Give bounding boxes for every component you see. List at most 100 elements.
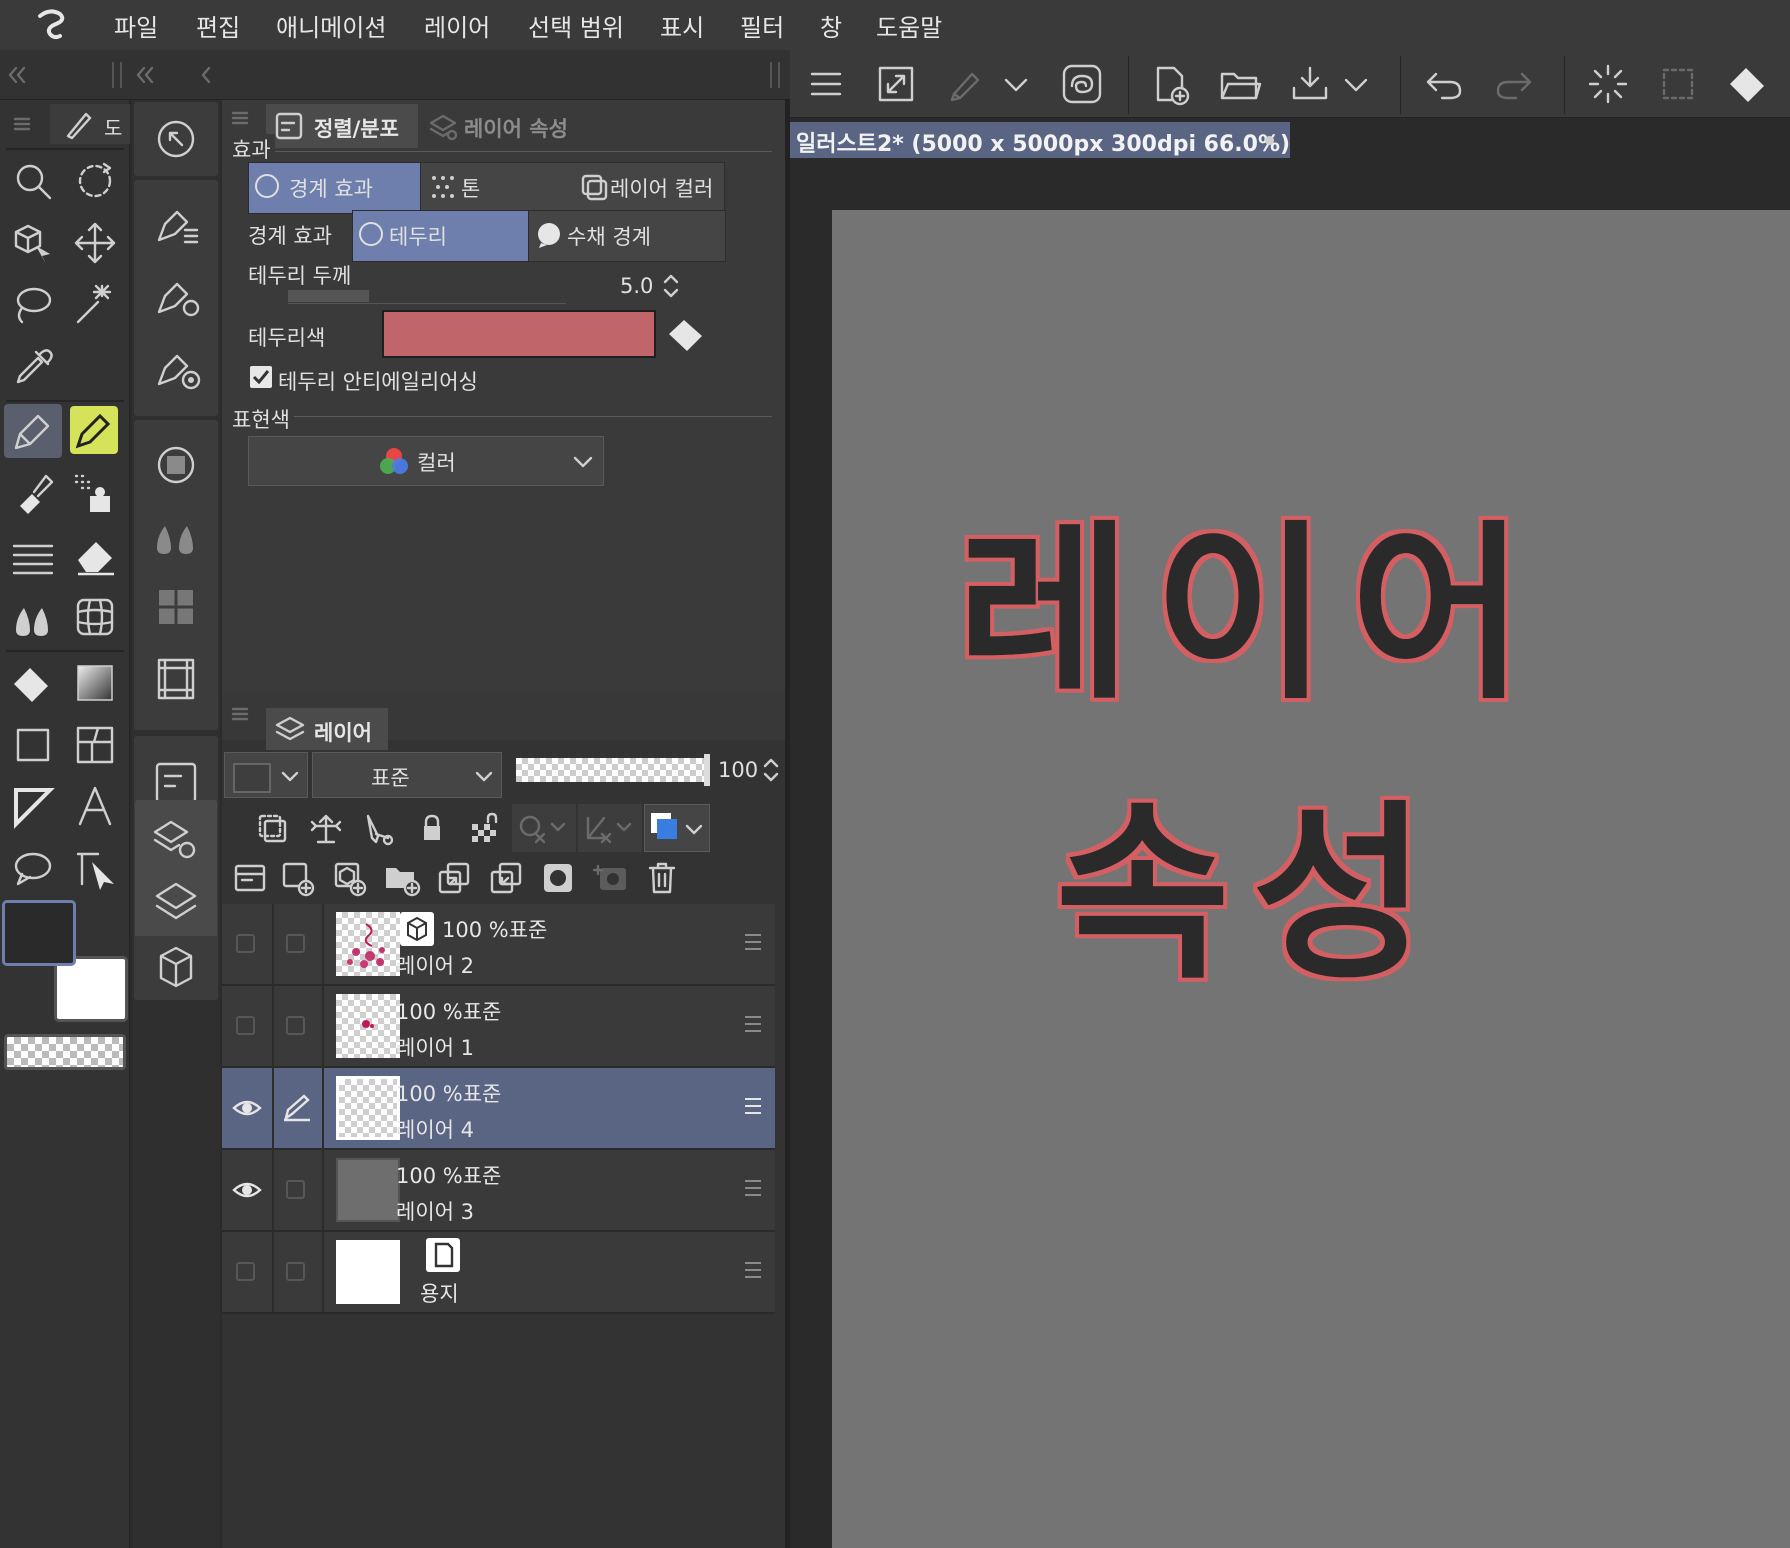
merge-to-lower-icon[interactable] bbox=[486, 858, 526, 898]
tool-tab[interactable]: 도 bbox=[50, 104, 130, 144]
expression-color-select[interactable]: 컬러 bbox=[248, 436, 604, 486]
menu-filter[interactable]: 필터 bbox=[740, 8, 784, 43]
document-tab[interactable]: 일러스트2* (5000 x 5000px 300dpi 66.0%) bbox=[790, 122, 1290, 158]
app-logo-icon[interactable] bbox=[30, 6, 70, 44]
border-color-swatch[interactable] bbox=[382, 310, 656, 358]
menu-icon[interactable] bbox=[230, 108, 250, 128]
layer-list-icon[interactable] bbox=[230, 858, 270, 898]
visibility-toggle[interactable] bbox=[222, 1068, 274, 1148]
menu-icon[interactable] bbox=[12, 114, 32, 134]
chevron-left-icon[interactable] bbox=[196, 62, 216, 88]
zoom-icon[interactable] bbox=[6, 154, 60, 208]
grip-handle[interactable] bbox=[770, 62, 780, 88]
fill-bucket-icon[interactable] bbox=[1724, 60, 1772, 108]
tab-layer[interactable]: 레이어 bbox=[266, 708, 388, 750]
ruler-visibility-icon[interactable] bbox=[578, 804, 642, 852]
transparent-color-swatch[interactable] bbox=[4, 1034, 126, 1070]
opacity-slider-handle[interactable] bbox=[704, 754, 710, 786]
menu-view[interactable]: 표시 bbox=[660, 8, 704, 43]
apply-mask-icon[interactable] bbox=[590, 858, 630, 898]
cloud-icon[interactable] bbox=[1058, 60, 1106, 108]
antialias-checkbox[interactable] bbox=[250, 366, 272, 388]
menu-icon[interactable] bbox=[230, 704, 250, 724]
collapse-left-icon[interactable] bbox=[132, 62, 158, 88]
eyedropper-icon[interactable] bbox=[6, 340, 60, 394]
layer-palette-icon[interactable] bbox=[135, 864, 217, 940]
close-dot-icon[interactable] bbox=[1265, 136, 1274, 145]
gradient-icon[interactable] bbox=[68, 656, 122, 710]
edit-target-toggle[interactable] bbox=[286, 1262, 305, 1281]
opacity-slider[interactable] bbox=[516, 754, 710, 786]
decoration-icon[interactable] bbox=[6, 528, 60, 582]
menu-edit[interactable]: 편집 bbox=[196, 8, 240, 43]
edit-target-toggle[interactable] bbox=[286, 1180, 305, 1199]
menu-animation[interactable]: 애니메이션 bbox=[276, 8, 386, 43]
airbrush-icon[interactable] bbox=[68, 466, 122, 520]
layer-color-select[interactable] bbox=[224, 752, 308, 798]
selection-icon[interactable] bbox=[1654, 60, 1702, 108]
new-raster-layer-icon[interactable] bbox=[278, 858, 318, 898]
delete-layer-icon[interactable] bbox=[642, 858, 682, 898]
fill-icon[interactable] bbox=[6, 656, 60, 710]
thickness-slider[interactable] bbox=[288, 290, 566, 304]
create-mask-icon[interactable] bbox=[538, 858, 578, 898]
layer-row[interactable]: 100 %표준 레이어 2 bbox=[222, 904, 775, 986]
new-folder-icon[interactable] bbox=[382, 858, 422, 898]
layer-row[interactable]: 100 %표준 레이어 3 bbox=[222, 1150, 775, 1232]
grip-handle[interactable] bbox=[112, 62, 122, 88]
visibility-toggle[interactable] bbox=[222, 1150, 274, 1230]
material-icon[interactable] bbox=[135, 932, 217, 1002]
layer-color-toggle[interactable]: 레이어 컬러 bbox=[522, 162, 725, 214]
opacity-value[interactable]: 100 bbox=[718, 758, 758, 782]
edit-target-toggle[interactable] bbox=[286, 934, 305, 953]
ruler-icon[interactable] bbox=[6, 780, 60, 834]
color-set-icon[interactable] bbox=[135, 572, 217, 642]
watercolor-edge-option[interactable]: 수채 경계 bbox=[528, 210, 726, 262]
drag-handle-icon[interactable] bbox=[745, 1016, 761, 1037]
layer-row[interactable]: 100 %표준 레이어 1 bbox=[222, 986, 775, 1068]
menu-icon[interactable] bbox=[802, 60, 850, 108]
mesh-icon[interactable] bbox=[68, 590, 122, 644]
brush-icon[interactable] bbox=[6, 466, 60, 520]
main-color-swatch[interactable] bbox=[2, 900, 76, 966]
drag-handle-icon[interactable] bbox=[745, 1098, 761, 1119]
drag-handle-icon[interactable] bbox=[745, 1180, 761, 1201]
mask-enable-icon[interactable] bbox=[512, 804, 576, 852]
save-icon[interactable] bbox=[1286, 60, 1334, 108]
draft-layer-icon[interactable] bbox=[358, 808, 398, 848]
menu-help[interactable]: 도움말 bbox=[876, 8, 942, 43]
visibility-toggle[interactable] bbox=[236, 934, 255, 953]
tab-layer-property[interactable]: 레이어 속성 bbox=[422, 104, 582, 148]
chevron-down-icon[interactable] bbox=[1000, 60, 1032, 108]
menu-file[interactable]: 파일 bbox=[114, 8, 158, 43]
menu-layer[interactable]: 레이어 bbox=[424, 8, 490, 43]
marker-icon[interactable] bbox=[70, 406, 118, 454]
lasso-select-icon[interactable] bbox=[6, 278, 60, 332]
rotate-icon[interactable] bbox=[68, 154, 122, 208]
edit-target-toggle[interactable] bbox=[286, 1016, 305, 1035]
border-effect-toggle[interactable]: 경계 효과 bbox=[248, 162, 422, 214]
figure-icon[interactable] bbox=[6, 718, 60, 772]
opacity-spinner-icon[interactable] bbox=[762, 756, 780, 784]
transform-icon[interactable] bbox=[942, 60, 990, 108]
tab-align-distribute[interactable]: 정렬/분포 bbox=[266, 104, 418, 148]
frame-icon[interactable] bbox=[68, 718, 122, 772]
visibility-toggle[interactable] bbox=[236, 1262, 255, 1281]
object-icon[interactable] bbox=[6, 216, 60, 270]
lock-transparency-icon[interactable] bbox=[464, 808, 504, 848]
menu-selection[interactable]: 선택 범위 bbox=[528, 8, 624, 43]
drag-handle-icon[interactable] bbox=[745, 1262, 761, 1283]
color-pick-icon[interactable] bbox=[666, 314, 708, 356]
thickness-spinner-icon[interactable] bbox=[662, 272, 680, 300]
line-adjust-icon[interactable] bbox=[68, 842, 122, 896]
undo-icon[interactable] bbox=[1420, 60, 1468, 108]
edit-target-toggle[interactable] bbox=[272, 1068, 324, 1148]
collapse-left-icon[interactable] bbox=[4, 62, 30, 88]
animation-timeline-icon[interactable] bbox=[135, 644, 217, 714]
balloon-icon[interactable] bbox=[6, 842, 60, 896]
pen-icon[interactable] bbox=[4, 404, 62, 458]
chevron-down-icon[interactable] bbox=[1340, 60, 1372, 108]
transfer-to-lower-icon[interactable] bbox=[434, 858, 474, 898]
visibility-toggle[interactable] bbox=[236, 1016, 255, 1035]
eraser-icon[interactable] bbox=[68, 528, 122, 582]
